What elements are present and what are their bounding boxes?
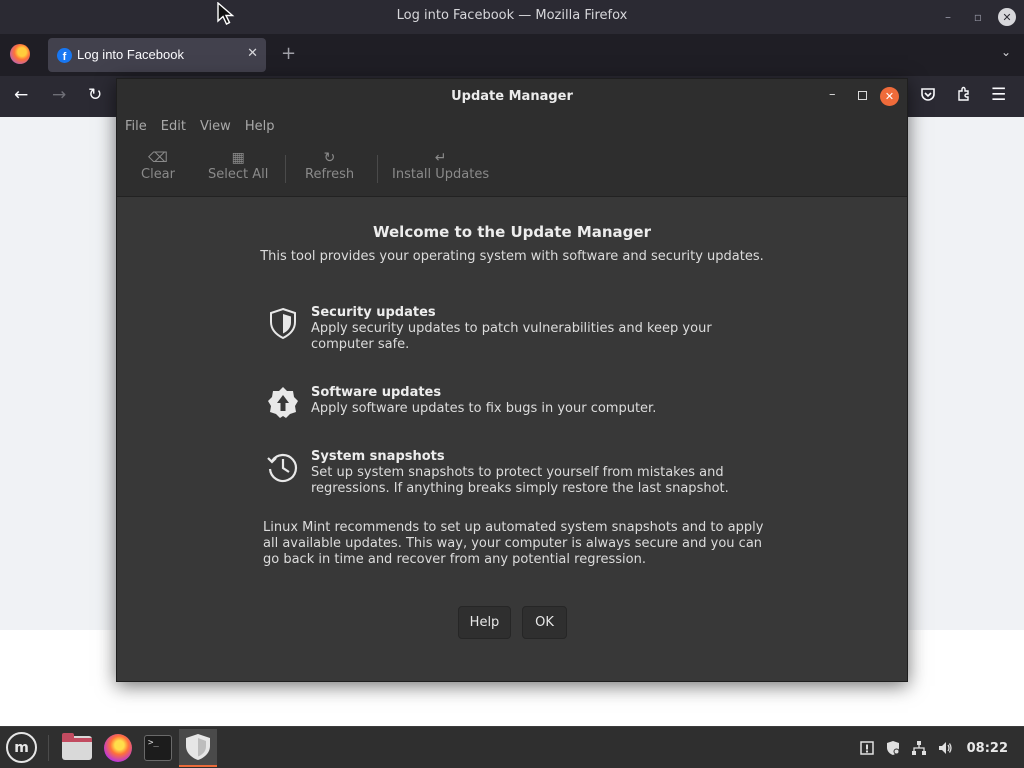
menu-help[interactable]: Help — [245, 119, 275, 134]
volume-icon[interactable] — [937, 740, 953, 756]
update-notice-icon[interactable] — [859, 740, 875, 756]
shield-icon[interactable] — [885, 740, 901, 756]
toolbar: ⌫ Clear ▦ Select All ↻ Refresh ↵ Install… — [117, 145, 907, 191]
clock[interactable]: 08:22 — [967, 741, 1008, 756]
firefox-icon — [104, 734, 132, 762]
menu-file[interactable]: File — [125, 119, 147, 134]
toolbar-separator — [377, 155, 378, 183]
close-button[interactable]: ✕ — [998, 8, 1016, 26]
clear-label: Clear — [141, 167, 175, 182]
menu-edit[interactable]: Edit — [161, 119, 186, 134]
network-icon[interactable] — [911, 740, 927, 756]
install-updates-button[interactable]: ↵ Install Updates — [392, 149, 489, 182]
clear-icon: ⌫ — [148, 150, 168, 166]
select-all-label: Select All — [208, 167, 269, 182]
minimize-button[interactable]: – — [829, 87, 836, 102]
close-button[interactable]: ✕ — [880, 87, 899, 106]
ok-button[interactable]: OK — [522, 606, 567, 639]
maximize-button[interactable] — [858, 91, 867, 100]
menu-view[interactable]: View — [200, 119, 231, 134]
terminal-icon: >_ — [144, 735, 172, 761]
forward-button[interactable]: → — [52, 85, 66, 105]
welcome-subtitle: This tool provides your operating system… — [260, 249, 764, 264]
refresh-label: Refresh — [305, 167, 355, 182]
feature-description: Set up system snapshots to protect yours… — [311, 465, 729, 496]
folder-icon — [62, 733, 92, 760]
feature-title: Security updates — [311, 305, 436, 320]
mouse-cursor-icon — [217, 2, 235, 25]
refresh-button[interactable]: ↻ Refresh — [305, 149, 354, 182]
firefox-logo-icon[interactable] — [10, 44, 30, 64]
window-controls: – ▫ ✕ — [938, 7, 1016, 27]
toolbar-separator — [285, 155, 286, 183]
recommendation-text: Linux Mint recommends to set up automate… — [263, 520, 764, 567]
taskbar: m >_ 08:22 — [0, 726, 1024, 768]
clear-button[interactable]: ⌫ Clear — [141, 149, 175, 182]
tab-close-button[interactable]: ✕ — [247, 46, 258, 61]
shield-icon — [265, 305, 301, 341]
welcome-title: Welcome to the Update Manager — [373, 223, 651, 241]
upgrade-arrow-icon — [265, 385, 301, 421]
help-button[interactable]: Help — [458, 606, 511, 639]
new-tab-button[interactable]: + — [281, 43, 296, 64]
back-button[interactable]: ← — [14, 85, 28, 105]
feature-title: System snapshots — [311, 449, 445, 464]
firefox-launcher[interactable] — [99, 729, 137, 767]
puzzle-icon[interactable] — [956, 86, 972, 107]
minimize-button[interactable]: – — [938, 7, 958, 27]
reload-button[interactable]: ↻ — [88, 85, 102, 105]
chevron-down-icon[interactable]: ⌄ — [1001, 45, 1011, 59]
select-all-button[interactable]: ▦ Select All — [208, 149, 268, 182]
update-manager-window: Update Manager – ✕ File Edit View Help ⌫… — [116, 78, 908, 682]
menubar: File Edit View Help — [125, 119, 274, 134]
panel-separator — [48, 735, 49, 761]
feature-title: Software updates — [311, 385, 442, 400]
update-manager-header: Update Manager – ✕ File Edit View Help ⌫… — [117, 79, 907, 197]
update-manager-launcher[interactable] — [179, 729, 217, 767]
system-tray: 08:22 — [859, 727, 1024, 768]
tab-facebook[interactable]: f Log into Facebook ✕ — [48, 38, 266, 72]
feature-description: Apply security updates to patch vulnerab… — [311, 321, 712, 352]
dialog-title: Update Manager — [451, 89, 573, 104]
history-clock-icon — [265, 449, 301, 485]
pocket-icon[interactable] — [920, 86, 936, 107]
tab-label: Log into Facebook — [77, 47, 184, 62]
shield-icon — [186, 734, 210, 760]
files-launcher[interactable] — [58, 729, 96, 767]
restore-button[interactable]: ▫ — [968, 7, 988, 27]
feature-description: Apply software updates to fix bugs in yo… — [311, 401, 657, 416]
firefox-titlebar: Log into Facebook — Mozilla Firefox – ▫ … — [0, 0, 1024, 34]
firefox-tabbar: f Log into Facebook ✕ + ⌄ — [0, 34, 1024, 76]
facebook-icon: f — [57, 48, 72, 63]
terminal-launcher[interactable]: >_ — [139, 729, 177, 767]
select-all-icon: ▦ — [231, 150, 245, 166]
refresh-icon: ↻ — [323, 150, 336, 166]
mint-menu-icon[interactable]: m — [6, 732, 37, 763]
window-title: Log into Facebook — Mozilla Firefox — [396, 8, 628, 23]
install-updates-label: Install Updates — [392, 167, 490, 182]
menu-button[interactable]: ☰ — [991, 85, 1006, 105]
install-icon: ↵ — [434, 150, 447, 166]
